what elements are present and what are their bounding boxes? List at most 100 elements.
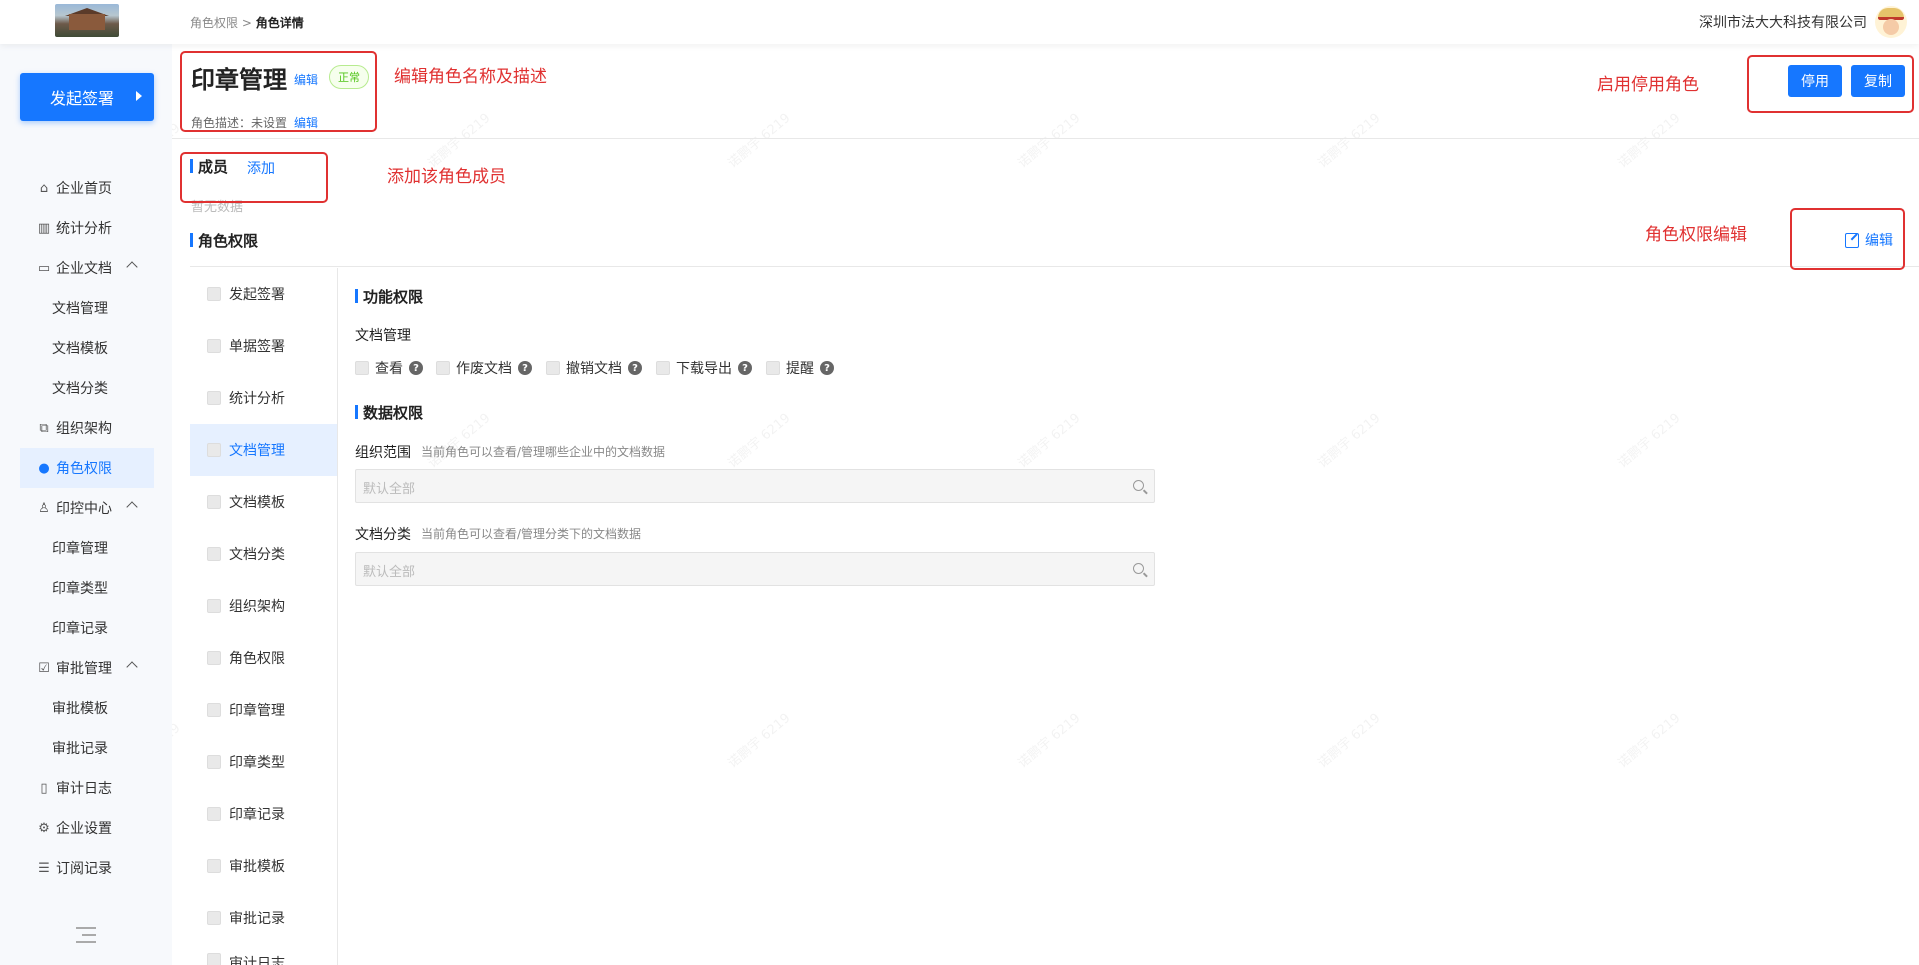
annotation-box-permission-edit: [1790, 208, 1905, 270]
sidebar-item-roles[interactable]: ● 角色权限: [20, 448, 154, 488]
sidebar-item-label: 印控中心: [56, 501, 112, 517]
chevron-up-icon: [126, 661, 138, 673]
checkbox[interactable]: [355, 361, 369, 375]
chevron-up-icon: [126, 501, 138, 513]
checkbox[interactable]: [207, 703, 221, 717]
company-name[interactable]: 深圳市法大大科技有限公司: [1699, 12, 1867, 32]
role-icon: ●: [38, 460, 50, 476]
sidebar-item-home[interactable]: ⌂ 企业首页: [20, 168, 154, 208]
checkbox[interactable]: [207, 859, 221, 873]
checkbox[interactable]: [207, 953, 221, 965]
module-item[interactable]: 印章类型: [190, 736, 337, 788]
annotation-permission-edit: 角色权限编辑: [1645, 225, 1747, 245]
sidebar-subitem-doc-manage[interactable]: 文档管理: [52, 288, 108, 328]
sidebar-item-documents[interactable]: ▭ 企业文档: [20, 248, 154, 288]
module-item[interactable]: 单据签署: [190, 320, 337, 372]
sidebar-subitem-seal-type[interactable]: 印章类型: [52, 568, 108, 608]
perm-remind[interactable]: 提醒?: [766, 358, 834, 378]
doc-category-label: 文档分类: [355, 527, 411, 543]
perm-view[interactable]: 查看?: [355, 358, 423, 378]
sidebar-item-settings[interactable]: ⚙ 企业设置: [20, 808, 154, 848]
sidebar-item-label: 企业设置: [56, 821, 112, 837]
sidebar-subitem-seal-manage[interactable]: 印章管理: [52, 528, 108, 568]
module-label: 单据签署: [229, 339, 285, 355]
collapse-sidebar-icon[interactable]: [76, 927, 96, 943]
sidebar-subitem-doc-category[interactable]: 文档分类: [52, 368, 108, 408]
module-label: 角色权限: [229, 651, 285, 667]
home-icon: ⌂: [39, 180, 49, 196]
module-item[interactable]: 文档分类: [190, 528, 337, 580]
module-label: 审批模板: [229, 859, 285, 875]
checkbox[interactable]: [207, 911, 221, 925]
sidebar-item-label: 订阅记录: [56, 861, 112, 877]
checkbox[interactable]: [207, 287, 221, 301]
launch-sign-button[interactable]: 发起签署: [20, 73, 154, 121]
help-icon[interactable]: ?: [409, 361, 423, 375]
module-label: 印章管理: [229, 703, 285, 719]
checkbox[interactable]: [207, 443, 221, 457]
checkbox[interactable]: [766, 361, 780, 375]
function-permissions-title: 功能权限: [355, 286, 423, 307]
checkbox[interactable]: [207, 391, 221, 405]
perm-label: 下载导出: [676, 361, 732, 377]
perm-revoke[interactable]: 撤销文档?: [546, 358, 642, 378]
checkbox[interactable]: [207, 547, 221, 561]
checkbox[interactable]: [207, 651, 221, 665]
header-divider: [172, 138, 1919, 139]
sidebar-item-audit-log[interactable]: ▯ 审计日志: [20, 768, 154, 808]
checkbox[interactable]: [436, 361, 450, 375]
perm-download[interactable]: 下载导出?: [656, 358, 752, 378]
sidebar-item-org[interactable]: ⧉ 组织架构: [20, 408, 154, 448]
help-icon[interactable]: ?: [738, 361, 752, 375]
module-item-active[interactable]: 文档管理: [190, 424, 337, 476]
checkbox[interactable]: [207, 807, 221, 821]
checkbox[interactable]: [656, 361, 670, 375]
checkbox[interactable]: [207, 339, 221, 353]
module-item[interactable]: 审计日志: [190, 944, 337, 965]
module-label: 印章类型: [229, 755, 285, 771]
annotation-box-toggle: [1747, 55, 1914, 113]
help-icon[interactable]: ?: [820, 361, 834, 375]
data-permissions-title: 数据权限: [355, 402, 423, 423]
help-icon[interactable]: ?: [518, 361, 532, 375]
module-item[interactable]: 组织架构: [190, 580, 337, 632]
module-item[interactable]: 文档模板: [190, 476, 337, 528]
checkbox[interactable]: [207, 599, 221, 613]
module-item[interactable]: 印章管理: [190, 684, 337, 736]
help-icon[interactable]: ?: [628, 361, 642, 375]
checkbox[interactable]: [207, 495, 221, 509]
sidebar-subitem-doc-template[interactable]: 文档模板: [52, 328, 108, 368]
sidebar-subitem-approval-record[interactable]: 审批记录: [52, 728, 108, 768]
module-item[interactable]: 审批模板: [190, 840, 337, 892]
org-icon: ⧉: [39, 420, 49, 436]
perm-label: 撤销文档: [566, 361, 622, 377]
perm-void[interactable]: 作废文档?: [436, 358, 532, 378]
module-item[interactable]: 印章记录: [190, 788, 337, 840]
breadcrumb-parent[interactable]: 角色权限: [190, 16, 238, 30]
sidebar-subitem-seal-record[interactable]: 印章记录: [52, 608, 108, 648]
module-item[interactable]: 角色权限: [190, 632, 337, 684]
permissions-divider: [190, 266, 1919, 267]
company-logo[interactable]: [55, 4, 119, 37]
checkbox[interactable]: [207, 755, 221, 769]
sidebar-item-seal-center[interactable]: ♙ 印控中心: [20, 488, 154, 528]
seal-icon: ♙: [38, 500, 50, 516]
sidebar-subitem-approval-template[interactable]: 审批模板: [52, 688, 108, 728]
module-item[interactable]: 统计分析: [190, 372, 337, 424]
org-scope-select[interactable]: 默认全部: [355, 469, 1155, 503]
module-label: 发起签署: [229, 287, 285, 303]
top-header: 角色权限 > 角色详情 深圳市法大大科技有限公司: [0, 0, 1919, 44]
checkbox[interactable]: [546, 361, 560, 375]
sidebar-item-subscriptions[interactable]: ☰ 订阅记录: [20, 848, 154, 888]
watermark: 诺鹏宇 6219: [1615, 410, 1684, 472]
module-item[interactable]: 发起签署: [190, 268, 337, 320]
breadcrumb-separator: >: [238, 16, 256, 30]
avatar[interactable]: [1875, 6, 1907, 38]
doc-category-select[interactable]: 默认全部: [355, 552, 1155, 586]
annotation-toggle-role: 启用停用角色: [1597, 75, 1699, 95]
sidebar-item-approval[interactable]: ☑ 审批管理: [20, 648, 154, 688]
sidebar-item-stats[interactable]: ▥ 统计分析: [20, 208, 154, 248]
watermark: 诺鹏宇 6219: [1015, 110, 1084, 172]
module-item[interactable]: 审批记录: [190, 892, 337, 944]
org-scope-label: 组织范围: [355, 445, 411, 461]
